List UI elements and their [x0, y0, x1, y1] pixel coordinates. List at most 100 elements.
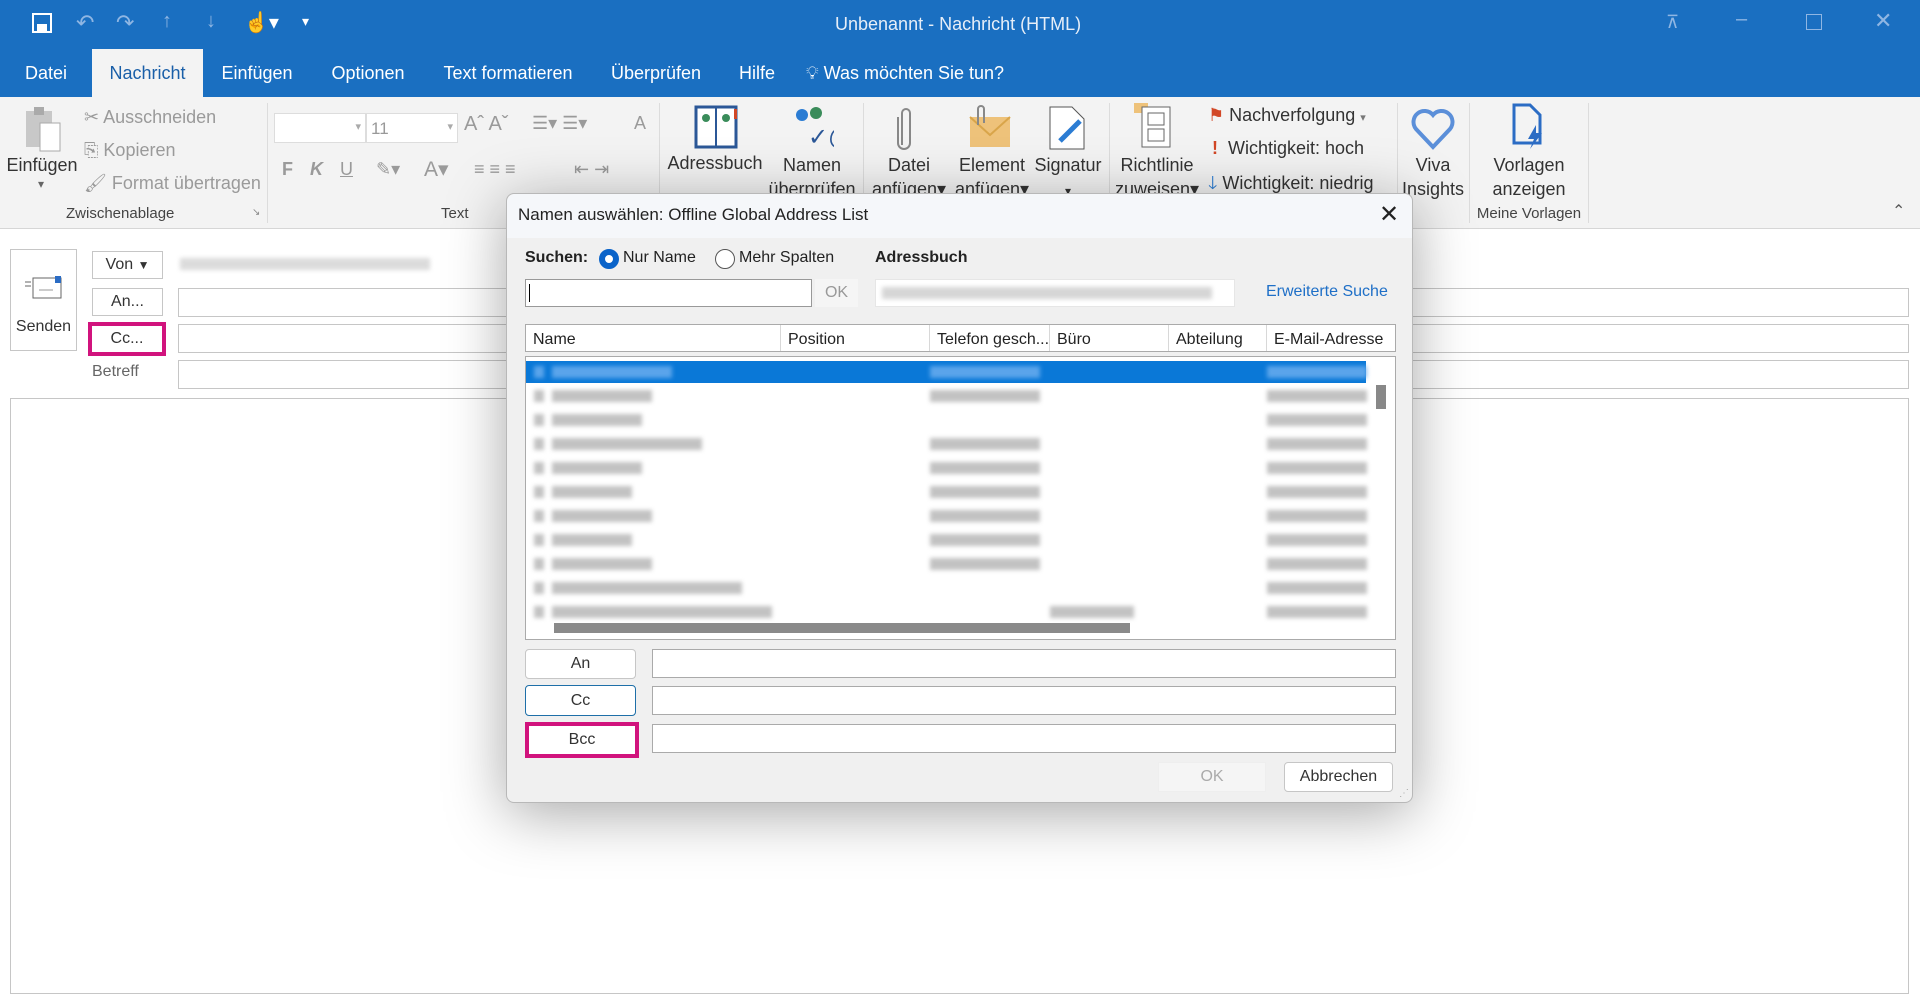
maximize-icon[interactable]	[1806, 14, 1822, 30]
tell-me-search[interactable]: 💡︎ Was möchten Sie tun?	[806, 49, 1026, 97]
bcc-recipient-field[interactable]	[652, 724, 1396, 753]
ribbon-display-icon[interactable]: ⊼	[1666, 12, 1679, 33]
font-name-select[interactable]: ▾	[274, 113, 366, 143]
radio-more-columns[interactable]	[715, 249, 735, 269]
clear-formatting-icon[interactable]: A	[634, 113, 646, 134]
tab-text-formatieren[interactable]: Text formatieren	[436, 49, 580, 97]
redacted-text	[1267, 438, 1367, 450]
cc-recipient-button[interactable]: Cc	[525, 685, 636, 716]
save-icon[interactable]	[32, 13, 52, 33]
column-department[interactable]: Abteilung	[1169, 325, 1267, 351]
to-recipient-button[interactable]: An	[525, 649, 636, 679]
group-divider	[1588, 103, 1589, 223]
undo-icon[interactable]: ↶	[76, 10, 94, 36]
radio-name-only[interactable]	[599, 249, 619, 269]
column-office[interactable]: Büro	[1050, 325, 1169, 351]
redacted-text	[534, 582, 544, 594]
underline-button[interactable]: U	[340, 159, 353, 180]
search-ok-button[interactable]: OK	[815, 279, 858, 307]
redacted-text	[930, 486, 1040, 498]
bold-button[interactable]: F	[282, 159, 293, 180]
window-title: Unbenannt - Nachricht (HTML)	[835, 14, 1082, 34]
to-recipient-field[interactable]	[652, 649, 1396, 678]
tab-ueberpruefen[interactable]: Überprüfen	[600, 49, 712, 97]
font-size-select[interactable]: 11 ▾	[366, 113, 458, 143]
resize-grip-icon[interactable]: ⋰	[1399, 788, 1409, 799]
dialog-ok-button[interactable]: OK	[1158, 762, 1266, 792]
results-list[interactable]	[525, 356, 1396, 640]
tab-optionen[interactable]: Optionen	[320, 49, 416, 97]
advanced-search-link[interactable]: Erweiterte Suche	[1266, 283, 1388, 301]
column-email[interactable]: E-Mail-Adresse	[1267, 325, 1395, 351]
format-painter-button[interactable]: 🖌︎ Format übertragen	[84, 173, 261, 194]
list-item[interactable]	[526, 553, 1367, 575]
list-item[interactable]	[526, 457, 1367, 479]
customize-icon[interactable]: ▾	[302, 13, 309, 30]
address-book-button[interactable]: Adressbuch	[667, 153, 763, 174]
redacted-text	[552, 414, 642, 426]
column-phone[interactable]: Telefon gesch...	[930, 325, 1050, 351]
vertical-scrollbar[interactable]	[1376, 385, 1386, 409]
list-item[interactable]	[526, 481, 1367, 503]
redacted-text	[552, 582, 742, 594]
list-icons[interactable]: ☰▾ ☰▾	[532, 113, 587, 134]
list-item[interactable]	[526, 601, 1367, 623]
list-item[interactable]	[526, 505, 1367, 527]
follow-up-button[interactable]: ⚑ Nachverfolgung ▾	[1208, 105, 1366, 126]
redacted-text	[552, 390, 652, 402]
list-item[interactable]	[526, 433, 1367, 455]
italic-button[interactable]: K	[310, 159, 323, 180]
from-button[interactable]: Von ▼	[92, 251, 163, 279]
tab-nachricht[interactable]: Nachricht	[92, 49, 203, 97]
up-icon[interactable]: ↑	[162, 10, 172, 33]
importance-high-button[interactable]: ! Wichtigkeit: hoch	[1212, 138, 1364, 159]
paste-dropdown-icon[interactable]: ▾	[38, 177, 44, 191]
redacted-text	[552, 438, 702, 450]
list-item[interactable]	[526, 361, 1367, 383]
address-book-select[interactable]	[875, 279, 1235, 307]
indent-icons[interactable]: ⇤ ⇥	[574, 159, 609, 180]
title-bar: ↶ ↷ ↑ ↓ ☝▾ ▾ Unbenannt - Nachricht (HTML…	[0, 0, 1920, 49]
touch-mode-icon[interactable]: ☝▾	[244, 10, 279, 35]
copy-button[interactable]: ⎘ Kopieren	[84, 140, 175, 161]
list-item[interactable]	[526, 529, 1367, 551]
redacted-text	[552, 558, 652, 570]
font-color-button[interactable]: A▾	[424, 157, 449, 182]
horizontal-scrollbar[interactable]	[554, 623, 1130, 633]
tab-einfuegen[interactable]: Einfügen	[212, 49, 302, 97]
dialog-cancel-button[interactable]: Abbrechen	[1284, 762, 1393, 792]
tab-datei[interactable]: Datei	[14, 49, 78, 97]
column-position[interactable]: Position	[781, 325, 930, 351]
redacted-text	[534, 414, 544, 426]
column-name[interactable]: Name	[526, 325, 781, 351]
bcc-recipient-button[interactable]: Bcc	[525, 722, 639, 758]
down-icon[interactable]: ↓	[206, 10, 216, 33]
search-input[interactable]	[525, 279, 812, 307]
viva-insights-button[interactable]: Viva Insights	[1402, 153, 1464, 201]
paste-button[interactable]: Einfügen	[4, 155, 80, 176]
dialog-launcher-icon[interactable]: ↘	[252, 207, 260, 218]
highlight-icon[interactable]: ✎▾	[376, 159, 400, 180]
dialog-close-icon[interactable]: ✕	[1379, 200, 1399, 229]
minimize-icon[interactable]: –	[1736, 8, 1747, 31]
view-templates-button[interactable]: Vorlagen anzeigen	[1475, 153, 1583, 201]
close-icon[interactable]: ✕	[1874, 8, 1892, 34]
redacted-text	[552, 486, 632, 498]
align-icons[interactable]: ≡ ≡ ≡	[474, 159, 516, 180]
send-button[interactable]: Senden	[10, 249, 77, 351]
from-address-blurred	[180, 258, 430, 270]
tab-hilfe[interactable]: Hilfe	[730, 49, 784, 97]
redo-icon[interactable]: ↷	[116, 10, 134, 36]
list-item[interactable]	[526, 385, 1367, 407]
to-button[interactable]: An...	[92, 288, 163, 316]
redacted-text	[534, 534, 544, 546]
list-item[interactable]	[526, 577, 1367, 599]
redacted-text	[552, 606, 772, 618]
list-item[interactable]	[526, 409, 1367, 431]
font-grow-shrink-icons[interactable]: Aˆ Aˇ	[464, 113, 508, 136]
redacted-text	[534, 366, 544, 378]
cc-recipient-field[interactable]	[652, 686, 1396, 715]
cc-button[interactable]: Cc...	[88, 322, 166, 356]
collapse-ribbon-icon[interactable]: ⌃	[1892, 201, 1905, 221]
cut-button[interactable]: ✂ Ausschneiden	[84, 107, 216, 128]
